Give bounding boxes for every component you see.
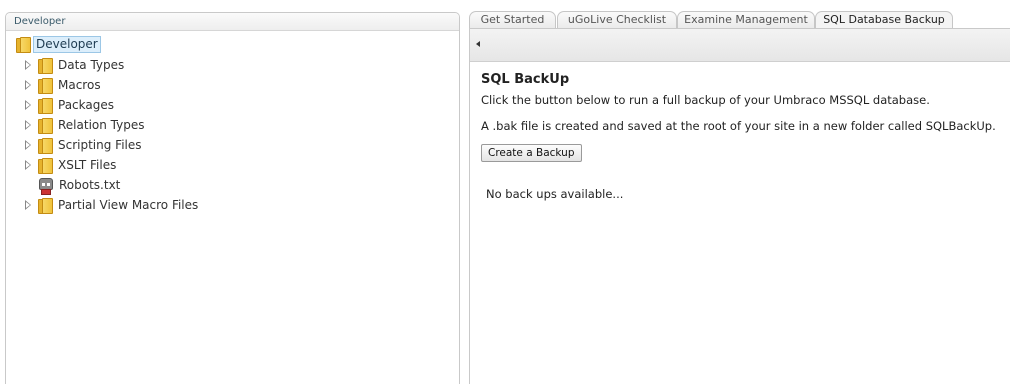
folder-icon [38,98,53,114]
tree-item-label[interactable]: Packages [58,98,114,112]
expand-arrow-icon[interactable] [23,100,33,110]
note-text: A .bak file is created and saved at the … [481,119,996,133]
robot-icon [37,177,53,195]
tab-ugolive-checklist[interactable]: uGoLive Checklist [557,11,677,28]
folder-icon [38,198,53,214]
tree-item-packages[interactable]: Packages [23,96,114,114]
tab-examine-management[interactable]: Examine Management [677,11,815,28]
expand-arrow-icon[interactable] [23,60,33,70]
tree-item-partial-view-macro-files[interactable]: Partial View Macro Files [23,196,198,214]
dashboard-panel: SQL BackUp Click the button below to run… [469,28,1010,384]
folder-icon [38,58,53,74]
tree-item-label[interactable]: Robots.txt [59,178,120,192]
developer-tree-panel: Developer Developer Data Types Macros Pa… [5,12,460,384]
tree-root-developer[interactable]: Developer [16,35,101,53]
folder-icon [38,138,53,154]
folder-icon [38,158,53,174]
collapse-arrow-icon[interactable] [476,41,480,47]
tree-item-xslt-files[interactable]: XSLT Files [23,156,116,174]
backup-content: SQL BackUp Click the button below to run… [470,62,1010,211]
tree-item-label[interactable]: Data Types [58,58,124,72]
toolbar [470,29,1010,62]
expand-arrow-icon[interactable] [23,200,33,210]
expand-arrow-icon[interactable] [23,160,33,170]
expand-arrow-icon[interactable] [23,80,33,90]
tree-item-data-types[interactable]: Data Types [23,56,124,74]
tree-item-relation-types[interactable]: Relation Types [23,116,144,134]
expand-arrow-icon[interactable] [23,140,33,150]
tree-item-label[interactable]: Scripting Files [58,138,142,152]
tree-item-label[interactable]: Relation Types [58,118,144,132]
folder-icon [16,37,31,53]
tree-item-label[interactable]: XSLT Files [58,158,116,172]
description-text: Click the button below to run a full bac… [481,93,930,107]
panel-header: Developer [6,13,459,31]
tree-item-label[interactable]: Macros [58,78,101,92]
tree-item-scripting-files[interactable]: Scripting Files [23,136,142,154]
tree-root-label[interactable]: Developer [33,35,101,53]
create-backup-button[interactable]: Create a Backup [481,144,582,162]
tree-item-macros[interactable]: Macros [23,76,101,94]
folder-icon [38,118,53,134]
tab-sql-database-backup[interactable]: SQL Database Backup [815,11,953,29]
tree-item-robots-txt[interactable]: Robots.txt [23,176,120,195]
tab-get-started[interactable]: Get Started [469,11,556,28]
expand-arrow-icon[interactable] [23,120,33,130]
page-title: SQL BackUp [481,72,570,87]
tree-item-label[interactable]: Partial View Macro Files [58,198,198,212]
backup-status-text: No back ups available... [486,187,624,201]
folder-icon [38,78,53,94]
